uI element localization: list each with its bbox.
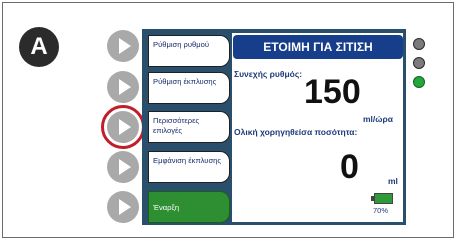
panel-label-badge: A (19, 27, 59, 67)
start-button[interactable]: Έναρξη (148, 191, 230, 223)
indicator-led-3 (413, 76, 425, 88)
total-volume-unit: ml (388, 176, 398, 186)
rate-unit: ml/ώρα (363, 114, 393, 124)
total-volume-label: Ολική χορηγηθείσα ποσότητα: (234, 127, 358, 137)
total-volume-value: 0 (340, 148, 359, 186)
set-flush-button[interactable]: Ρύθμιση έκπλυσης (148, 72, 230, 104)
side-key-2-icon[interactable] (107, 71, 139, 103)
set-rate-button[interactable]: Ρύθμιση ρυθμού (148, 35, 230, 67)
status-title: ΕΤΟΙΜΗ ΓΙΑ ΣΙΤΙΣΗ (233, 35, 403, 59)
more-options-button[interactable]: Περισσότερες επιλογές (148, 111, 230, 143)
side-key-4-icon[interactable] (107, 151, 139, 183)
battery-percent: 70% (373, 206, 389, 215)
side-key-1-icon[interactable] (107, 30, 139, 62)
indicator-led-1 (413, 38, 425, 50)
battery-icon (371, 193, 393, 204)
side-key-3-icon[interactable] (101, 105, 145, 149)
rate-label: Συνεχής ρυθμός: (234, 69, 303, 79)
show-flush-button[interactable]: Εμφάνιση έκπλυσης (148, 151, 230, 183)
rate-value: 150 (304, 73, 361, 111)
indicator-led-2 (413, 57, 425, 69)
side-key-5-icon[interactable] (107, 191, 139, 223)
